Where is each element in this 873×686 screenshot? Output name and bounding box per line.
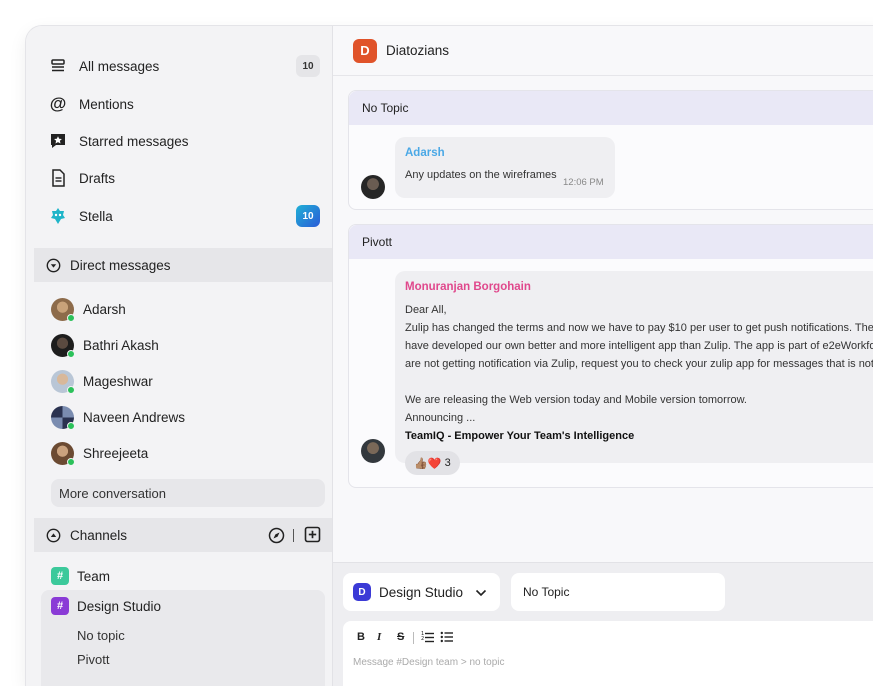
nav-stella[interactable]: Stella 10 <box>48 203 320 229</box>
dm-name: Naveen Andrews <box>83 409 186 425</box>
message-text: Announcing ... <box>405 412 476 424</box>
message-pane: D Diatozians No Topic Adarsh Any updates… <box>333 26 873 686</box>
channel-hash-icon: # <box>51 597 69 615</box>
online-status-dot <box>67 313 75 322</box>
online-status-dot <box>67 349 75 358</box>
divider <box>413 632 414 644</box>
message-text: Zulip has changed the terms and now we h… <box>405 322 873 334</box>
workspace-header: D Diatozians <box>333 26 873 76</box>
section-title: Direct messages <box>70 257 171 273</box>
avatar <box>51 297 75 322</box>
numbered-list-icon[interactable]: 12 <box>421 630 435 649</box>
collapse-toggle-icon <box>45 257 61 273</box>
online-status-dot <box>67 385 75 394</box>
unread-count-badge: 10 <box>296 205 320 227</box>
sender-name[interactable]: Monuranjan Borgohain <box>405 281 531 293</box>
nav-mentions[interactable]: @ Mentions <box>48 91 320 117</box>
message-text: Dear All, <box>405 304 447 316</box>
dm-name: Bathri Akash <box>83 337 159 353</box>
message-bubble: Adarsh Any updates on the wireframes 12:… <box>395 137 615 198</box>
strikethrough-button[interactable]: S <box>397 631 404 643</box>
channel-item-design-studio[interactable]: # Design Studio <box>51 595 161 617</box>
workspace-name: Diatozians <box>386 43 450 58</box>
nav-starred-messages[interactable]: Starred messages <box>48 128 320 154</box>
message-editor[interactable]: B I S 12 Message #Design team > no topic <box>343 621 873 686</box>
reaction-chip[interactable]: 👍🏽❤️ 3 <box>405 451 460 475</box>
dm-name: Mageshwar <box>83 373 153 389</box>
chevron-down-icon <box>475 585 487 600</box>
dm-item-adarsh[interactable]: Adarsh <box>51 297 126 322</box>
compass-icon[interactable] <box>268 527 285 547</box>
topic-item[interactable]: Pivott <box>77 652 110 667</box>
section-title: Channels <box>70 527 128 543</box>
message-text: are not getting notification via Zulip, … <box>405 358 873 370</box>
channel-item-team[interactable]: # Team <box>51 565 110 587</box>
sender-name[interactable]: Adarsh <box>405 147 445 159</box>
avatar <box>51 333 75 358</box>
at-icon: @ <box>49 94 67 113</box>
message-text: Any updates on the wireframes <box>405 169 557 181</box>
dm-item-mageshwar[interactable]: Mageshwar <box>51 369 153 394</box>
topic-card: Pivott Monuranjan Borgohain Dear All, Zu… <box>348 224 873 488</box>
avatar <box>51 405 75 430</box>
dm-item-naveen-andrews[interactable]: Naveen Andrews <box>51 405 186 430</box>
divider <box>293 529 294 542</box>
channel-hash-icon: # <box>51 567 69 585</box>
topic-item[interactable]: No topic <box>77 628 125 643</box>
message-text-bold: TeamIQ - Empower Your Team's Intelligenc… <box>405 430 635 442</box>
topic-input[interactable]: No Topic <box>511 573 725 611</box>
reaction-emoji: 👍🏽❤️ <box>414 457 442 470</box>
nav-label: All messages <box>79 58 160 74</box>
channel-name: Team <box>77 568 111 584</box>
nav-drafts[interactable]: Drafts <box>48 165 320 191</box>
dm-name: Adarsh <box>83 301 126 317</box>
nav-label: Drafts <box>79 170 116 186</box>
avatar[interactable] <box>361 175 385 199</box>
stream-selector[interactable]: D Design Studio <box>343 573 500 611</box>
avatar <box>51 441 75 466</box>
reaction-count: 3 <box>444 457 451 469</box>
svg-text:2: 2 <box>421 636 424 642</box>
nav-label: Mentions <box>79 96 134 112</box>
bullet-list-icon[interactable] <box>440 630 454 649</box>
bold-button[interactable]: B <box>357 631 365 643</box>
collapse-toggle-icon <box>45 527 61 543</box>
direct-messages-header[interactable]: Direct messages <box>34 248 332 282</box>
dm-item-bathri-akash[interactable]: Bathri Akash <box>51 333 159 358</box>
add-channel-icon[interactable] <box>304 526 321 546</box>
star-icon <box>48 131 68 151</box>
message-text: We are releasing the Web version today a… <box>405 394 747 406</box>
stream-name: Design Studio <box>379 584 464 600</box>
unread-count-badge: 10 <box>296 55 320 77</box>
message-bubble: Monuranjan Borgohain Dear All, Zulip has… <box>395 271 873 463</box>
document-icon <box>48 168 68 188</box>
stream-badge: D <box>353 583 371 601</box>
avatar <box>51 369 75 394</box>
channels-header[interactable]: Channels <box>34 518 332 552</box>
online-status-dot <box>67 457 75 466</box>
topic-header[interactable]: Pivott <box>349 225 873 259</box>
composer: D Design Studio No Topic B I S 12 Messag… <box>333 562 873 686</box>
workspace-badge[interactable]: D <box>353 38 377 63</box>
dm-name: Shreejeeta <box>83 445 149 461</box>
sidebar: All messages 10 @ Mentions Starred messa… <box>26 26 333 686</box>
nav-label: Starred messages <box>79 133 189 149</box>
nav-label: Stella <box>79 208 113 224</box>
channel-name: Design Studio <box>77 598 162 614</box>
bot-icon <box>48 206 68 226</box>
topic-header[interactable]: No Topic <box>349 91 873 125</box>
italic-button[interactable]: I <box>377 631 381 643</box>
message-time: 12:06 PM <box>563 177 604 188</box>
topic-card: No Topic Adarsh Any updates on the wiref… <box>348 90 873 210</box>
nav-all-messages[interactable]: All messages 10 <box>48 53 320 79</box>
online-status-dot <box>67 421 75 430</box>
avatar[interactable] <box>361 439 385 463</box>
dm-item-shreejeeta[interactable]: Shreejeeta <box>51 441 149 466</box>
app-window: All messages 10 @ Mentions Starred messa… <box>26 26 873 686</box>
message-text: have developed our own better and more i… <box>405 340 873 352</box>
inbox-icon <box>48 56 68 76</box>
more-conversation-button[interactable]: More conversation <box>51 479 325 507</box>
